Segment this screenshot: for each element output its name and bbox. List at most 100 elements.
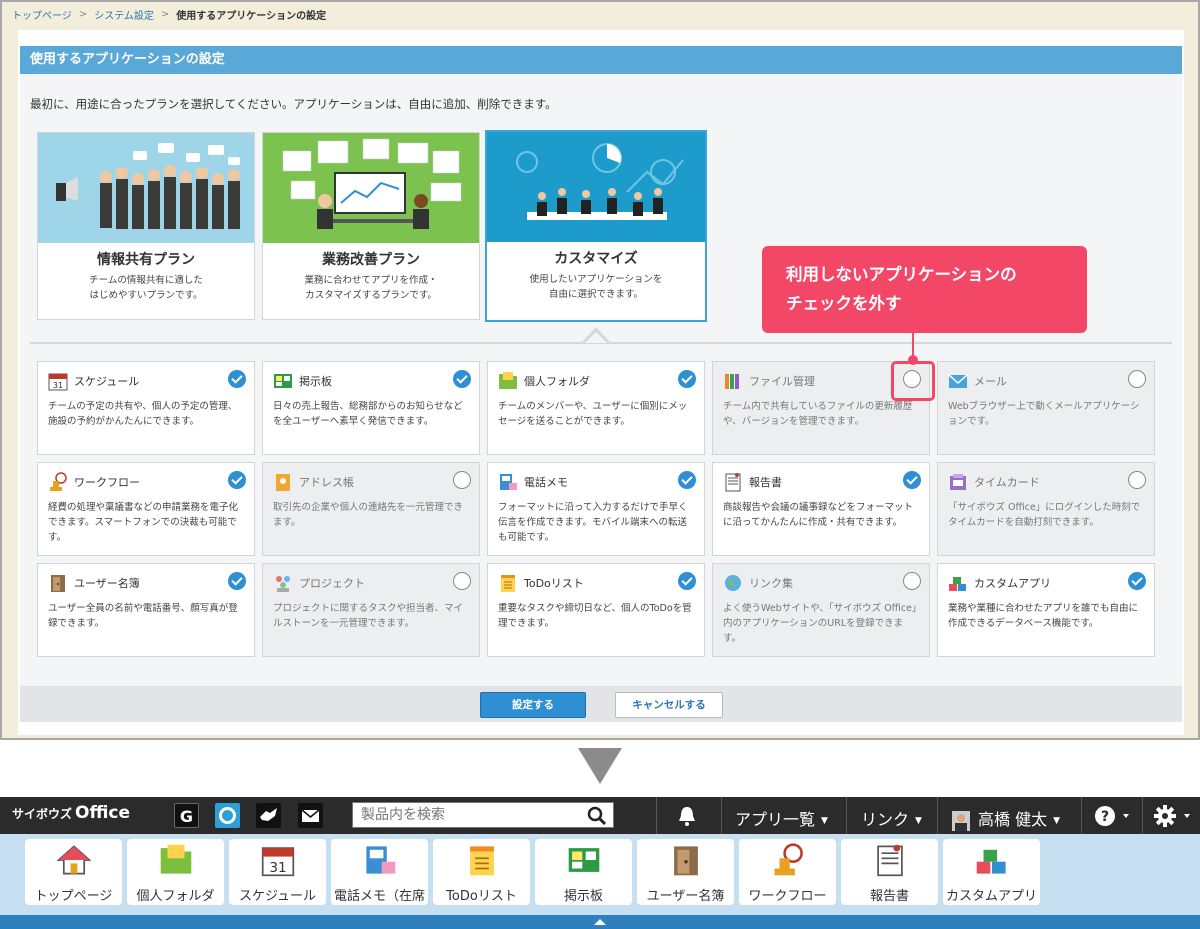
app-card[interactable]: リンク集 よく使うWebサイトや、「サイボウズ Office」内のアプリケーショ… xyxy=(712,563,930,657)
app-card-header: タイムカード xyxy=(948,471,1144,493)
app-desc: 「サイボウズ Office」にログインした時刻でタイムカードを自動打刻できます。 xyxy=(948,502,1141,528)
app-launcher-tile[interactable]: 電話メモ（在席 xyxy=(331,839,428,905)
calendar-icon: 31 xyxy=(261,843,295,877)
app-list-menu[interactable]: アプリ一覧 ▼ xyxy=(735,806,828,830)
app-launcher-label: 掲示板 xyxy=(563,889,603,904)
app-card[interactable]: 31 スケジュール チームの予定の共有や、個人の予定の管理、施設の予約がかんたん… xyxy=(37,361,255,455)
app-name: メール xyxy=(974,375,1007,388)
app-name: 報告書 xyxy=(749,476,782,489)
app-launcher-tile[interactable]: 報告書 xyxy=(841,839,938,905)
breadcrumb-system-link[interactable]: システム設定 xyxy=(94,7,154,22)
app-launcher-tile[interactable]: 掲示板 xyxy=(535,839,632,905)
bell-icon[interactable] xyxy=(674,805,700,827)
unchecked-checkbox[interactable] xyxy=(453,471,471,489)
intro-text: 最初に、用途に合ったプランを選択してください。アプリケーションは、自由に追加、削… xyxy=(30,97,557,111)
timecard-icon xyxy=(948,472,968,492)
bird-icon[interactable] xyxy=(256,803,281,828)
app-card[interactable]: ワークフロー 経費の処理や稟議書などの申請業務を電子化できます。スマートフォンで… xyxy=(37,462,255,556)
gear-icon[interactable] xyxy=(1153,804,1195,828)
cybozu-office-logo[interactable]: サイボウズ Office xyxy=(12,803,130,823)
toolbar-separator xyxy=(721,797,722,834)
app-launcher-tile[interactable]: トップページ xyxy=(25,839,122,905)
caret-down-icon: ▼ xyxy=(915,815,922,826)
app-card[interactable]: カスタムアプリ 業務や業種に合わせたアプリを誰でも自由に作成できるデータベース機… xyxy=(937,563,1155,657)
app-launcher-tile[interactable]: ToDoリスト xyxy=(433,839,530,905)
blocks-icon xyxy=(975,843,1009,877)
app-card-header: 31 スケジュール xyxy=(48,370,244,392)
set-button[interactable]: 設定する xyxy=(480,692,586,718)
plan-card-business-improvement[interactable]: 業務改善プラン 業務に合わせてアプリを作成・ カスタマイズするプランです。 xyxy=(262,132,480,320)
unchecked-checkbox[interactable] xyxy=(903,572,921,590)
unchecked-checkbox[interactable] xyxy=(1128,370,1146,388)
checked-checkbox[interactable] xyxy=(678,471,696,489)
mail-icon[interactable] xyxy=(298,803,323,828)
app-card-header: プロジェクト xyxy=(273,572,469,594)
todo-icon xyxy=(498,573,518,593)
checked-checkbox[interactable] xyxy=(228,370,246,388)
toolbar-separator xyxy=(656,797,657,834)
callout-annotation: 利用しないアプリケーションの チェックを外す xyxy=(762,246,1087,333)
garoon-icon[interactable]: G xyxy=(174,803,199,828)
app-card[interactable]: ToDoリスト 重要なタスクや締切日など、個人のToDoを管理できます。 xyxy=(487,563,705,657)
app-desc: 重要なタスクや締切日など、個人のToDoを管理できます。 xyxy=(498,603,692,629)
app-card[interactable]: タイムカード 「サイボウズ Office」にログインした時刻でタイムカードを自動… xyxy=(937,462,1155,556)
checked-checkbox[interactable] xyxy=(678,572,696,590)
phone-icon xyxy=(498,472,518,492)
app-card[interactable]: 掲示板 日々の売上報告、総務部からのお知らせなどを全ユーザーへ素早く発信できます… xyxy=(262,361,480,455)
collapse-handle[interactable] xyxy=(535,915,666,929)
app-launcher-tile[interactable]: カスタムアプリ xyxy=(943,839,1040,905)
office-icon[interactable] xyxy=(215,803,240,828)
toolbar-separator xyxy=(1081,797,1082,834)
app-desc: 取引先の企業や個人の連絡先を一元管理できます。 xyxy=(273,502,464,528)
app-card[interactable]: ユーザー名簿 ユーザー全員の名前や電話番号、顔写真が登録できます。 xyxy=(37,563,255,657)
search-box xyxy=(352,802,614,828)
breadcrumb-home-link[interactable]: トップページ xyxy=(12,7,72,22)
app-desc: よく使うWebサイトや、「サイボウズ Office」内のアプリケーションのURL… xyxy=(723,603,917,644)
checked-checkbox[interactable] xyxy=(1128,572,1146,590)
plan-card-info-share[interactable]: 情報共有プラン チームの情報共有に適した はじめやすいプランです。 xyxy=(37,132,255,320)
app-desc: 商談報告や会議の議事録などをフォーマットに沿ってかんたんに作成・共有できます。 xyxy=(723,502,914,528)
checked-checkbox[interactable] xyxy=(453,370,471,388)
plan-illustration xyxy=(487,132,705,242)
search-icon[interactable] xyxy=(587,806,607,826)
app-launcher-tile[interactable]: ワークフロー xyxy=(739,839,836,905)
app-card-header: リンク集 xyxy=(723,572,919,594)
link-menu[interactable]: リンク ▼ xyxy=(861,806,922,830)
app-name: タイムカード xyxy=(974,476,1040,489)
app-launcher-tile[interactable]: 個人フォルダ xyxy=(127,839,224,905)
checked-checkbox[interactable] xyxy=(228,572,246,590)
plan-card-customize[interactable]: カスタマイズ 使用したいアプリケーションを 自由に選択できます。 xyxy=(485,130,707,322)
app-desc: Webブラウザー上で動くメールアプリケーションです。 xyxy=(948,401,1140,427)
app-name: 電話メモ xyxy=(524,476,568,489)
app-card[interactable]: 電話メモ フォーマットに沿って入力するだけで手早く伝言を作成できます。モバイル端… xyxy=(487,462,705,556)
avatar xyxy=(952,810,970,831)
panel-title: 使用するアプリケーションの設定 xyxy=(20,46,1182,74)
checked-checkbox[interactable] xyxy=(678,370,696,388)
cancel-button[interactable]: キャンセルする xyxy=(615,692,723,718)
unchecked-checkbox[interactable] xyxy=(1128,471,1146,489)
app-launcher-label: 報告書 xyxy=(869,889,909,904)
search-input[interactable] xyxy=(353,803,578,827)
app-card[interactable]: 報告書 商談報告や会議の議事録などをフォーマットに沿ってかんたんに作成・共有でき… xyxy=(712,462,930,556)
unchecked-checkbox[interactable] xyxy=(453,572,471,590)
app-launcher-tile[interactable]: 31 スケジュール xyxy=(229,839,326,905)
app-launcher-label: カスタムアプリ xyxy=(945,889,1037,904)
app-name: ファイル管理 xyxy=(749,375,815,388)
chevron-right-icon: > xyxy=(78,8,88,20)
app-card[interactable]: プロジェクト プロジェクトに関するタスクや担当者、マイルストーンを一元管理できま… xyxy=(262,563,480,657)
checked-checkbox[interactable] xyxy=(228,471,246,489)
app-desc: ユーザー全員の名前や電話番号、顔写真が登録できます。 xyxy=(48,603,238,629)
app-card[interactable]: 個人フォルダ チームのメンバーや、ユーザーに個別にメッセージを送ることができます… xyxy=(487,361,705,455)
app-name: ワークフロー xyxy=(74,476,140,489)
checked-checkbox[interactable] xyxy=(903,471,921,489)
svg-text:31: 31 xyxy=(53,381,63,390)
todo-icon xyxy=(465,843,499,877)
app-launcher-tile[interactable]: ユーザー名簿 xyxy=(637,839,734,905)
app-card[interactable]: メール Webブラウザー上で動くメールアプリケーションです。 xyxy=(937,361,1155,455)
callout-highlight-box xyxy=(891,361,935,401)
app-list-label: アプリ一覧 xyxy=(735,810,816,829)
app-card[interactable]: アドレス帳 取引先の企業や個人の連絡先を一元管理できます。 xyxy=(262,462,480,556)
door-icon xyxy=(48,573,68,593)
help-icon[interactable]: ? xyxy=(1094,804,1134,828)
user-menu[interactable]: 高橋 健太 ▼ xyxy=(952,806,1060,831)
